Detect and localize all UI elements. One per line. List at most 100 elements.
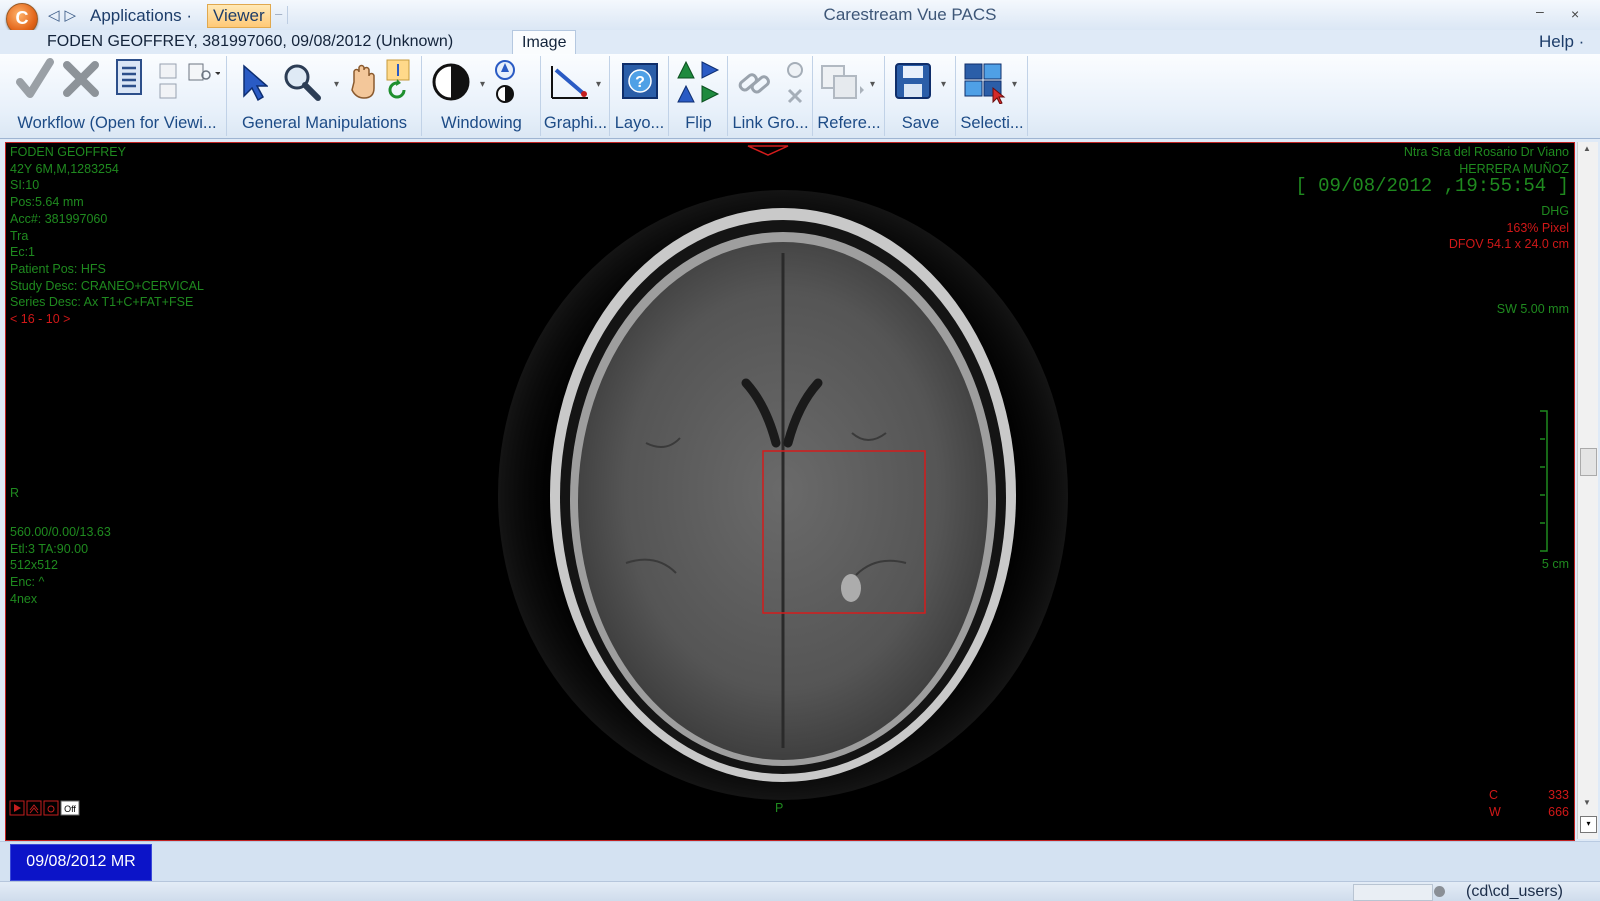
etl-text: Etl:3 TA:90.00: [10, 541, 89, 556]
ribbon-group-label: Windowing: [441, 114, 522, 132]
zoom-magnifier-icon[interactable]: [282, 62, 322, 102]
ribbon-group-label: Refere...: [817, 114, 881, 132]
flip-rotate-icon[interactable]: [674, 58, 724, 106]
enhancing-lesion: [841, 574, 861, 602]
scale-label: 5 cm: [1541, 557, 1569, 571]
selection-grid-icon[interactable]: [963, 62, 1011, 104]
study-desc-text: Study Desc: CRANEO+CERVICAL: [10, 278, 204, 293]
image-viewport[interactable]: FODEN GEOFFREY 42Y 6M,M,1283254 SI:10 Po…: [5, 142, 1575, 841]
echo-text: Ec:1: [10, 245, 36, 260]
scroll-down-icon[interactable]: ▼: [1583, 798, 1591, 807]
ribbon-group-windowing: Windowing: [423, 56, 541, 136]
forward-arrow-icon[interactable]: ▷: [65, 7, 82, 24]
nex-text: 4nex: [10, 591, 38, 606]
tab-image[interactable]: Image: [512, 30, 577, 55]
plane-text: Tra: [10, 228, 29, 243]
orientation-left: R: [10, 486, 20, 500]
viewer-tab[interactable]: Viewer: [207, 4, 271, 28]
window-dropdown-icon[interactable]: ▾: [480, 79, 485, 90]
applications-menu[interactable]: Applications ·: [90, 6, 192, 26]
help-menu[interactable]: Help ·: [1539, 32, 1584, 52]
enc-text: Enc: ^: [10, 575, 45, 590]
patient-name-text: FODEN GEOFFREY: [10, 145, 126, 159]
overlay-bottom-left: 560.00/0.00/13.63 Etl:3 TA:90.00 512x512…: [10, 524, 111, 608]
scroll-thumb[interactable]: [1580, 448, 1597, 476]
report-list-icon[interactable]: [114, 58, 144, 102]
back-arrow-icon[interactable]: ◁: [48, 7, 65, 24]
matrix-text: 512x512: [10, 558, 58, 573]
ribbon-group-flip: Flip: [670, 56, 728, 136]
overlay-top-right: Ntra Sra del Rosario Dr Viano HERRERA MU…: [1404, 144, 1569, 177]
ribbon-group-label: General Manipulations: [241, 114, 408, 132]
mri-image[interactable]: [6, 143, 1574, 840]
dfov-text: DFOV 54.1 x 24.0 cm: [1448, 237, 1569, 251]
link-options-icon[interactable]: [783, 58, 807, 106]
svg-text:?: ?: [635, 74, 645, 91]
save-dropdown-icon[interactable]: ▾: [941, 79, 946, 90]
institution-text: Ntra Sra del Rosario Dr Viano: [1403, 145, 1569, 159]
window-level-icon[interactable]: [431, 62, 471, 102]
ribbon-group-general-manipulations: General Manipulations: [228, 56, 422, 136]
minimize-button[interactable]: –: [1536, 3, 1544, 19]
close-button[interactable]: ×: [1571, 6, 1579, 22]
top-marker-icon[interactable]: [747, 145, 789, 156]
ribbon-group-label: Layo...: [614, 114, 665, 132]
status-bar: (cd\cd_users): [0, 881, 1600, 901]
window-presets-icon[interactable]: [493, 58, 519, 104]
study-bar: 09/08/2012 MR: [0, 841, 1600, 882]
overlay-top-left: FODEN GEOFFREY 42Y 6M,M,1283254 SI:10 Po…: [10, 144, 204, 311]
progress-indicator: [1353, 884, 1433, 901]
tr-te-text: 560.00/0.00/13.63: [10, 525, 111, 539]
print-preview-icon[interactable]: [186, 62, 220, 84]
ribbon-group-label: Flip: [685, 114, 712, 132]
title-bar: C ◁▷ Applications · Viewer – Carestream …: [0, 0, 1600, 35]
viewport-menu-icon[interactable]: ▾: [1580, 816, 1597, 833]
study-timestamp: [ 09/08/2012 ,19:55:54 ]: [1295, 175, 1569, 197]
slice-width-text: SW 5.00 mm: [1496, 302, 1569, 316]
zoom-dropdown-icon[interactable]: ▾: [334, 79, 339, 90]
patient-position-text: Patient Pos: HFS: [10, 261, 106, 276]
patient-header-row: FODEN GEOFFREY, 381997060, 09/08/2012 (U…: [0, 30, 1600, 55]
ribbon-group-workflow: Workflow (Open for Viewi...: [8, 56, 227, 136]
viewer-close-icon[interactable]: –: [275, 6, 282, 21]
slice-position-text: Pos:5.64 mm: [10, 195, 84, 210]
measurement-ruler-icon[interactable]: [548, 62, 592, 104]
cine-controls: Off: [9, 800, 80, 816]
current-user: (cd\cd_users): [1466, 883, 1563, 900]
patient-info: FODEN GEOFFREY, 381997060, 09/08/2012 (U…: [47, 33, 454, 50]
cine-capture-icon[interactable]: [43, 800, 59, 816]
cancel-x-icon[interactable]: [61, 59, 101, 99]
graphics-dropdown-icon[interactable]: ▾: [596, 79, 601, 90]
window-center-value: 333: [1548, 788, 1569, 802]
ribbon-group-label: Graphi...: [543, 114, 608, 132]
pointer-arrow-icon[interactable]: [240, 64, 268, 102]
document-stack-icon[interactable]: [156, 62, 182, 102]
ribbon-group-link: Link Gro...: [729, 56, 813, 136]
link-chain-icon[interactable]: [735, 62, 775, 102]
ribbon-group-label: Link Gro...: [732, 114, 809, 132]
ribbon-group-graphics: Graphi...: [542, 56, 610, 136]
station-text: DHG: [1541, 204, 1569, 218]
pan-hand-icon[interactable]: [348, 62, 378, 102]
patient-age-sex-text: 42Y 6M,M,1283254: [10, 161, 119, 176]
reference-lines-icon[interactable]: [820, 64, 864, 102]
zoom-text: 163% Pixel: [1506, 221, 1569, 235]
connection-status-icon: [1434, 886, 1445, 897]
save-floppy-icon[interactable]: [894, 62, 934, 102]
vertical-scrollbar[interactable]: ▲ ▼ ▾: [1577, 142, 1598, 839]
ribbon-group-save: Save: [886, 56, 956, 136]
ribbon-group-selection: Selecti...: [957, 56, 1028, 136]
window-width-label: W: [1489, 805, 1501, 819]
slice-navigator[interactable]: < 16 - 10 >: [10, 311, 70, 328]
scale-bar: [1540, 410, 1548, 552]
layout-help-icon[interactable]: ?: [621, 62, 659, 102]
checkmark-icon[interactable]: [16, 58, 54, 102]
reference-dropdown-icon[interactable]: ▾: [870, 79, 875, 90]
window-center-label: C: [1489, 788, 1499, 802]
rotate-reset-icon[interactable]: [384, 58, 412, 106]
slice-index-text: SI:10: [10, 178, 40, 193]
study-thumbnail-button[interactable]: 09/08/2012 MR: [10, 844, 152, 881]
ribbon-group-label: Selecti...: [960, 114, 1024, 132]
selection-dropdown-icon[interactable]: ▾: [1012, 79, 1017, 90]
scroll-up-icon[interactable]: ▲: [1583, 144, 1591, 153]
